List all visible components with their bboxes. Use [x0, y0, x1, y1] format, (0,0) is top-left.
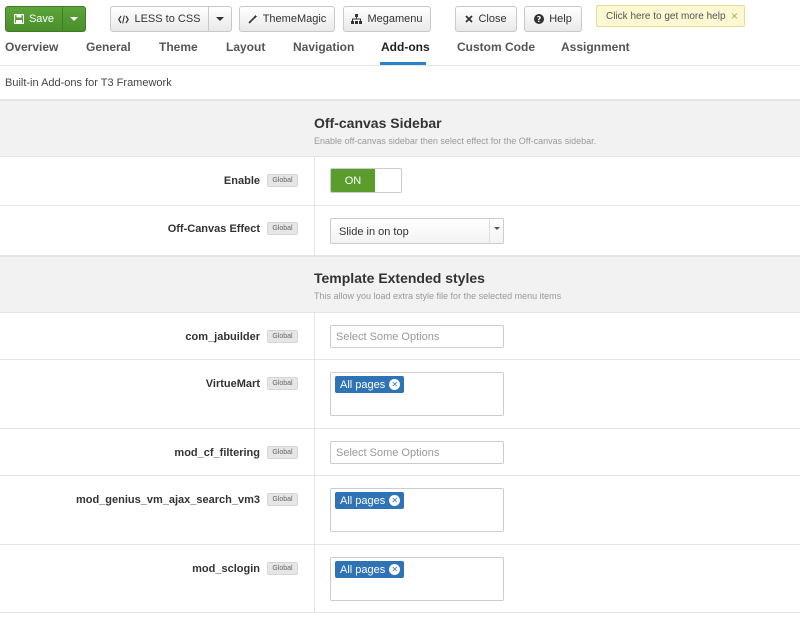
extended-row-mod-sclogin: mod_sclogin Global All pages ✕	[0, 545, 800, 613]
tab-layout[interactable]: Layout	[226, 40, 265, 54]
active-tab-indicator	[380, 62, 426, 65]
megamenu-button[interactable]: Megamenu	[343, 6, 431, 32]
selected-option-chip: All pages ✕	[335, 376, 405, 393]
close-icon	[465, 15, 474, 23]
selected-option-chip: All pages ✕	[335, 492, 405, 509]
global-badge: Global	[267, 222, 298, 235]
offcanvas-effect-label: Off-Canvas Effect	[167, 223, 260, 235]
tab-theme[interactable]: Theme	[159, 40, 198, 54]
enable-toggle[interactable]: ON	[330, 168, 402, 193]
global-badge: Global	[267, 446, 298, 459]
tab-custom-code[interactable]: Custom Code	[457, 40, 535, 54]
selected-option-chip: All pages ✕	[335, 561, 405, 578]
page-subtitle: Built-in Add-ons for T3 Framework	[5, 77, 172, 89]
select-value: Slide in on top	[339, 226, 409, 238]
offcanvas-effect-row: Off-Canvas Effect Global Slide in on top	[0, 206, 800, 256]
global-badge: Global	[267, 562, 298, 575]
thememagic-button[interactable]: ThemeMagic	[239, 6, 335, 32]
row-label: mod_sclogin	[192, 563, 260, 575]
question-circle-icon: ?	[534, 14, 545, 24]
tooltip-close-icon[interactable]: ×	[731, 9, 738, 23]
row-label: com_jabuilder	[185, 331, 260, 343]
remove-option-icon[interactable]: ✕	[389, 564, 401, 575]
row-label: mod_genius_vm_ajax_search_vm3	[75, 494, 260, 506]
help-tip-text: Click here to get more help	[606, 10, 726, 22]
row-label: VirtueMart	[205, 378, 260, 390]
tab-addons[interactable]: Add-ons	[381, 40, 430, 54]
toggle-on-state: ON	[331, 169, 375, 192]
extended-row-com-jabuilder: com_jabuilder Global Select Some Options	[0, 313, 800, 360]
global-badge: Global	[267, 493, 298, 506]
megamenu-label: Megamenu	[367, 13, 423, 25]
svg-text:?: ?	[537, 15, 542, 24]
extended-row-virtuemart: VirtueMart Global All pages ✕	[0, 360, 800, 429]
select-toggle[interactable]	[489, 219, 503, 243]
chevron-down-icon	[216, 17, 224, 21]
extended-description: This allow you load extra style file for…	[314, 291, 562, 301]
less-dropdown-button[interactable]	[208, 6, 232, 32]
virtuemart-multiselect[interactable]: All pages ✕	[330, 372, 504, 416]
tab-overview[interactable]: Overview	[5, 40, 58, 54]
close-button[interactable]: Close	[455, 6, 517, 32]
mod-genius-vm-ajax-search-vm3-multiselect[interactable]: All pages ✕	[330, 488, 504, 532]
global-badge: Global	[267, 330, 298, 343]
global-badge: Global	[267, 377, 298, 390]
extended-row-mod-genius-vm-ajax-search-vm3: mod_genius_vm_ajax_search_vm3 Global All…	[0, 476, 800, 545]
save-dropdown-button[interactable]	[62, 6, 86, 32]
mod-sclogin-multiselect[interactable]: All pages ✕	[330, 557, 504, 601]
tab-navigation[interactable]: Navigation	[293, 40, 354, 54]
multiselect-placeholder: Select Some Options	[336, 331, 440, 343]
row-label: mod_cf_filtering	[174, 447, 260, 459]
code-icon	[118, 14, 130, 24]
chip-label: All pages	[340, 378, 386, 391]
enable-row: Enable Global ON	[0, 157, 800, 206]
extended-row-mod-cf-filtering: mod_cf_filtering Global Select Some Opti…	[0, 429, 800, 476]
com-jabuilder-multiselect[interactable]: Select Some Options	[330, 325, 504, 348]
toolbar: Save LESS to CSS ThemeMagic Megamenu Clo…	[0, 0, 800, 38]
remove-option-icon[interactable]: ✕	[389, 379, 401, 390]
mod-cf-filtering-multiselect[interactable]: Select Some Options	[330, 441, 504, 464]
less-to-css-label: LESS to CSS	[134, 13, 201, 25]
less-to-css-button[interactable]: LESS to CSS	[110, 6, 209, 32]
tab-general[interactable]: General	[86, 40, 131, 54]
multiselect-placeholder: Select Some Options	[336, 447, 440, 459]
close-label: Close	[478, 13, 507, 25]
help-tooltip: Click here to get more help ×	[596, 5, 745, 27]
extended-section-header: Template Extended styles This allow you …	[0, 256, 800, 313]
chevron-down-icon	[70, 17, 78, 21]
chevron-down-icon	[493, 227, 500, 230]
offcanvas-description: Enable off-canvas sidebar then select ef…	[314, 136, 597, 146]
remove-option-icon[interactable]: ✕	[389, 495, 401, 506]
sitemap-icon	[351, 14, 363, 24]
save-icon	[13, 14, 24, 24]
save-label: Save	[28, 13, 55, 25]
help-label: Help	[549, 13, 572, 25]
thememagic-label: ThemeMagic	[262, 13, 327, 25]
help-button[interactable]: ? Help	[524, 6, 582, 32]
chip-label: All pages	[340, 563, 386, 576]
offcanvas-section-header: Off-canvas Sidebar Enable off-canvas sid…	[0, 100, 800, 157]
offcanvas-effect-select[interactable]: Slide in on top	[330, 218, 504, 244]
save-button[interactable]: Save	[5, 6, 63, 32]
global-badge: Global	[267, 174, 298, 187]
magic-wand-icon	[248, 14, 258, 24]
chip-label: All pages	[340, 494, 386, 507]
extended-title: Template Extended styles	[314, 270, 485, 286]
offcanvas-title: Off-canvas Sidebar	[314, 115, 442, 131]
enable-label: Enable	[223, 175, 260, 187]
tab-assignment[interactable]: Assignment	[561, 40, 630, 54]
